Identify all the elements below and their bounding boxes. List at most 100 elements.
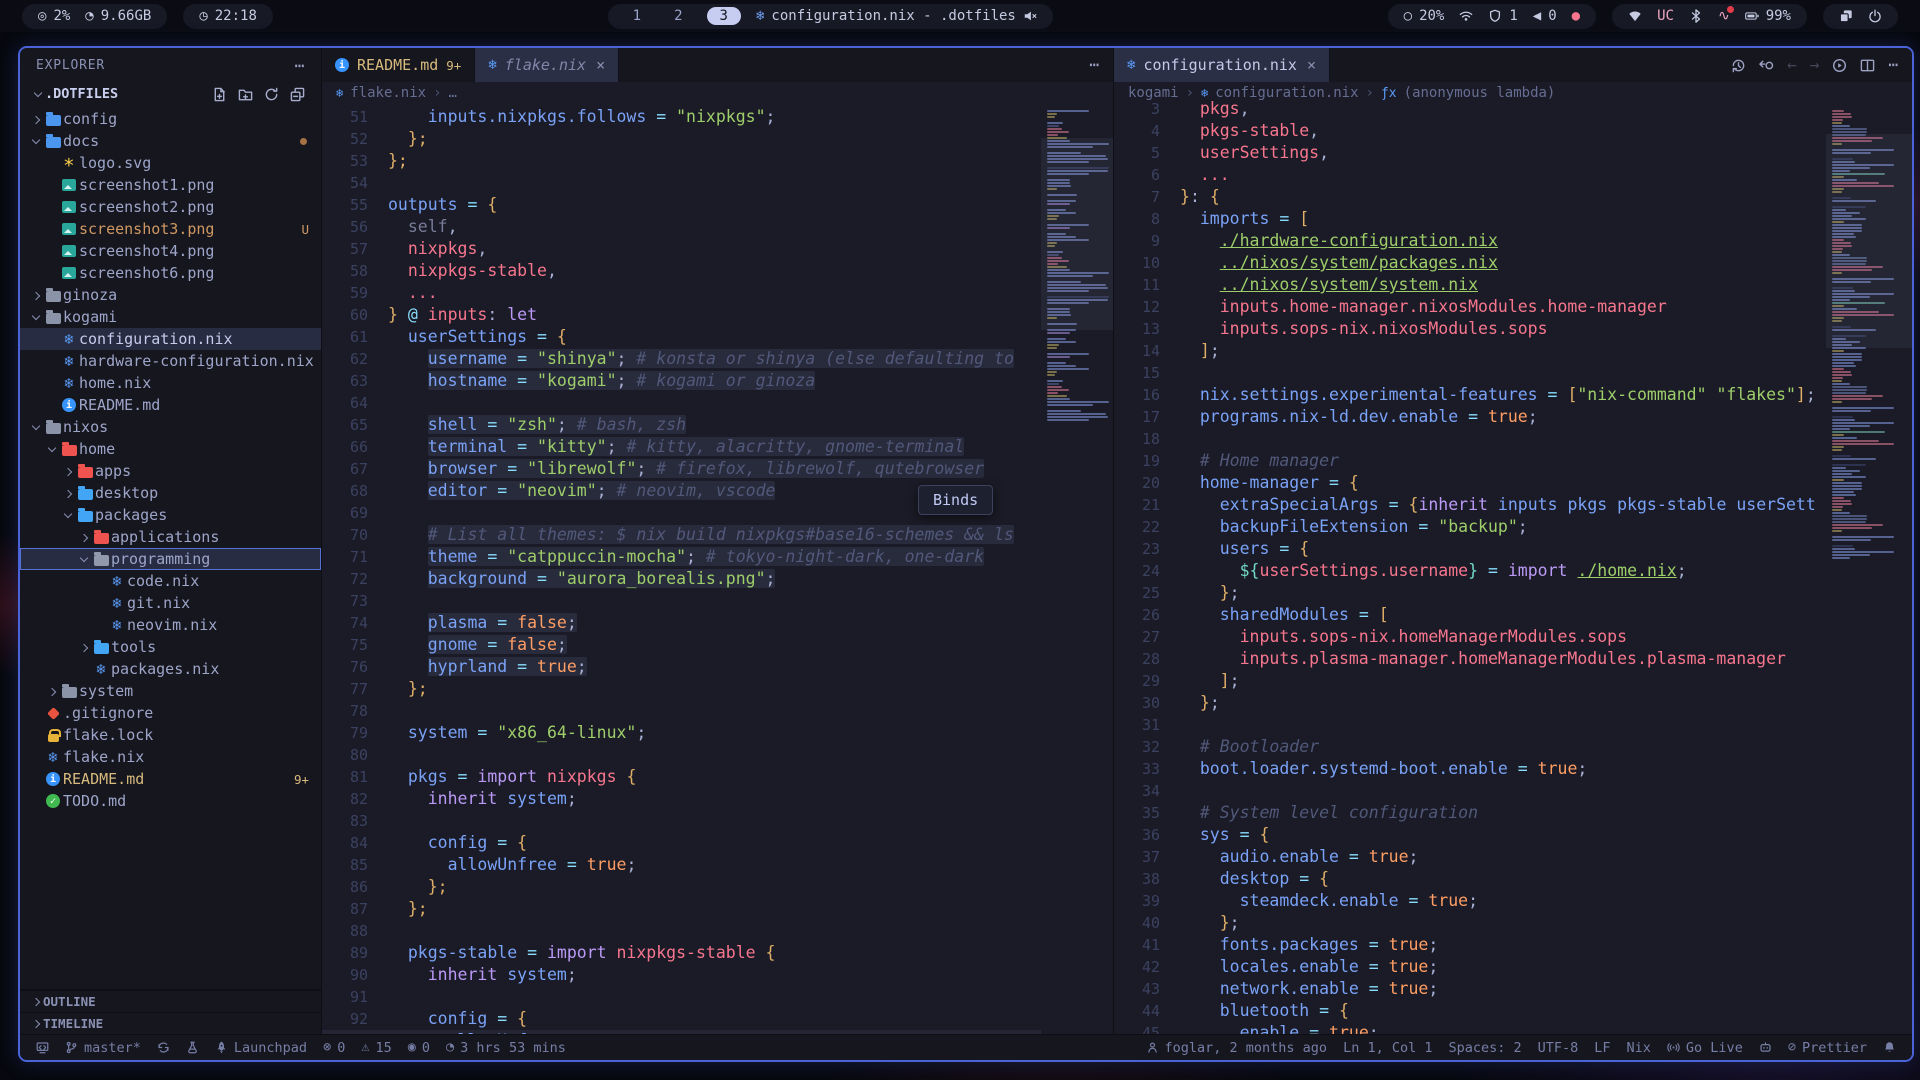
tree-item-kogami[interactable]: kogami <box>20 306 321 328</box>
tree-item-hardware-configuration-nix[interactable]: ❄hardware-configuration.nix <box>20 350 321 372</box>
tree-item-logo-svg[interactable]: ∗logo.svg <box>20 152 321 174</box>
explorer-more-actions[interactable]: ⋯ <box>295 56 305 75</box>
breadcrumb-segment[interactable]: … <box>449 85 457 101</box>
line-number: 44 <box>1114 1000 1180 1022</box>
tree-item-ginoza[interactable]: ginoza <box>20 284 321 306</box>
refresh-icon[interactable] <box>264 87 279 102</box>
code-line: 37 audio.enable = true; <box>1114 846 1826 868</box>
minimap-slider[interactable] <box>1826 134 1912 348</box>
sync-changes[interactable] <box>149 1041 178 1054</box>
minimap-slider[interactable] <box>1041 138 1113 330</box>
tree-item-todo-md[interactable]: ✓TODO.md <box>20 790 321 812</box>
extension-flask[interactable] <box>178 1041 207 1054</box>
code-line: 53}; <box>322 150 1041 172</box>
minimap-right[interactable] <box>1826 104 1912 1034</box>
compare-icon[interactable] <box>1759 58 1774 73</box>
tree-item-desktop[interactable]: desktop <box>20 482 321 504</box>
tree-item-config[interactable]: config <box>20 108 321 130</box>
tree-item-nixos[interactable]: nixos <box>20 416 321 438</box>
git-blame[interactable]: foglar, 2 months ago <box>1138 1040 1336 1056</box>
tree-item-screenshot4-png[interactable]: screenshot4.png <box>20 240 321 262</box>
launchpad[interactable]: Launchpad <box>207 1040 315 1056</box>
session-controls-pill[interactable] <box>1823 4 1898 29</box>
cursor-position[interactable]: Ln 1, Col 1 <box>1335 1040 1440 1056</box>
close-icon[interactable]: × <box>596 56 605 74</box>
prettier[interactable]: ⊘Prettier <box>1780 1040 1875 1056</box>
code-line: 87 }; <box>322 898 1041 920</box>
warnings[interactable]: ⚠15 <box>353 1040 399 1056</box>
split-icon[interactable] <box>1860 58 1875 73</box>
more-icon[interactable]: ⋯ <box>1089 57 1099 73</box>
tree-item-packages[interactable]: packages <box>20 504 321 526</box>
tree-item-tools[interactable]: tools <box>20 636 321 658</box>
tab-configuration-nix[interactable]: ❄configuration.nix× <box>1114 48 1330 82</box>
tree-item-screenshot3-png[interactable]: screenshot3.pngU <box>20 218 321 240</box>
code-editor-flake-nix[interactable]: 51 inputs.nixpkgs.follows = "nixpkgs";52… <box>322 104 1041 1034</box>
minimap-left[interactable] <box>1041 104 1113 1034</box>
tree-item--gitignore[interactable]: .gitignore <box>20 702 321 724</box>
topbar-right-modules: ○20%1◀0● UC∿99% <box>1388 4 1898 29</box>
tree-item-apps[interactable]: apps <box>20 460 321 482</box>
tree-item-programming[interactable]: programming <box>20 548 321 570</box>
indentation[interactable]: Spaces: 2 <box>1440 1040 1529 1056</box>
editor-actions: ← → ⋯ <box>1717 48 1912 82</box>
errors[interactable]: ⊗0 <box>315 1040 353 1056</box>
workspace-1[interactable]: 1 <box>624 8 650 24</box>
outline-section[interactable]: OUTLINE <box>20 990 321 1012</box>
code-text: ... <box>388 282 438 304</box>
tree-item-screenshot2-png[interactable]: screenshot2.png <box>20 196 321 218</box>
navback-icon[interactable]: ← <box>1787 57 1797 73</box>
tree-item-configuration-nix[interactable]: ❄configuration.nix <box>20 328 321 350</box>
close-icon[interactable]: × <box>1307 56 1316 74</box>
system-stats-pill[interactable]: ◎2%◔9.66GB <box>22 4 167 29</box>
tree-item-screenshot1-png[interactable]: screenshot1.png <box>20 174 321 196</box>
hardware-indicators-pill[interactable]: UC∿99% <box>1612 4 1807 29</box>
tree-item-applications[interactable]: applications <box>20 526 321 548</box>
tree-item-packages-nix[interactable]: ❄packages.nix <box>20 658 321 680</box>
code-line: 18 <box>1114 428 1826 450</box>
more-icon[interactable]: ⋯ <box>1888 57 1898 73</box>
navfwd-icon[interactable]: → <box>1810 57 1820 73</box>
copilot[interactable] <box>1751 1041 1780 1054</box>
workspace-3[interactable]: 3 <box>707 7 741 25</box>
tree-item-system[interactable]: system <box>20 680 321 702</box>
minimap-line <box>1832 536 1894 538</box>
tree-item-home-nix[interactable]: ❄home.nix <box>20 372 321 394</box>
wakatime[interactable]: ◔3 hrs 53 mins <box>438 1040 574 1056</box>
newfolder-icon[interactable] <box>238 87 253 102</box>
history-icon[interactable] <box>1731 58 1746 73</box>
breadcrumb-left[interactable]: ❄flake.nix›… <box>322 82 1113 104</box>
tree-item-git-nix[interactable]: ❄git.nix <box>20 592 321 614</box>
go-live[interactable]: Go Live <box>1659 1040 1751 1056</box>
timeline-section[interactable]: TIMELINE <box>20 1012 321 1034</box>
tree-item-neovim-nix[interactable]: ❄neovim.nix <box>20 614 321 636</box>
code-editor-configuration-nix[interactable]: 3 pkgs,4 pkgs-stable,5 userSettings,6 ..… <box>1114 98 1826 1034</box>
eol[interactable]: LF <box>1586 1040 1618 1056</box>
notifications[interactable] <box>1875 1041 1904 1054</box>
newfile-icon[interactable] <box>212 87 227 102</box>
collapse-icon[interactable] <box>290 87 305 102</box>
status-indicators-pill[interactable]: ○20%1◀0● <box>1388 4 1596 29</box>
topbar-text: 22:18 <box>215 8 257 24</box>
clock-pill[interactable]: ◷22:18 <box>183 4 273 29</box>
tree-item-code-nix[interactable]: ❄code.nix <box>20 570 321 592</box>
tree-item-flake-nix[interactable]: ❄flake.nix <box>20 746 321 768</box>
tab-readme-md[interactable]: iREADME.md9+ <box>322 48 475 82</box>
tree-item-readme-md[interactable]: iREADME.md <box>20 394 321 416</box>
git-branch[interactable]: master* <box>57 1040 149 1056</box>
language-mode[interactable]: Nix <box>1619 1040 1659 1056</box>
tree-item-readme-md[interactable]: iREADME.md9+ <box>20 768 321 790</box>
encoding[interactable]: UTF-8 <box>1530 1040 1587 1056</box>
tree-item-flake-lock[interactable]: flake.lock <box>20 724 321 746</box>
remote-indicator[interactable] <box>28 1041 57 1054</box>
tree-item-screenshot6-png[interactable]: screenshot6.png <box>20 262 321 284</box>
tree-item-docs[interactable]: docs <box>20 130 321 152</box>
ports[interactable]: ◉0 <box>400 1040 438 1056</box>
workspace-2[interactable]: 2 <box>665 8 691 24</box>
line-number: 16 <box>1114 384 1180 406</box>
tab-flake-nix[interactable]: ❄flake.nix× <box>475 48 619 82</box>
workspace-root-row[interactable]: .DOTFILES <box>20 82 321 106</box>
tree-item-home[interactable]: home <box>20 438 321 460</box>
breadcrumb-segment[interactable]: ❄flake.nix <box>336 85 426 101</box>
play-icon[interactable] <box>1832 58 1847 73</box>
